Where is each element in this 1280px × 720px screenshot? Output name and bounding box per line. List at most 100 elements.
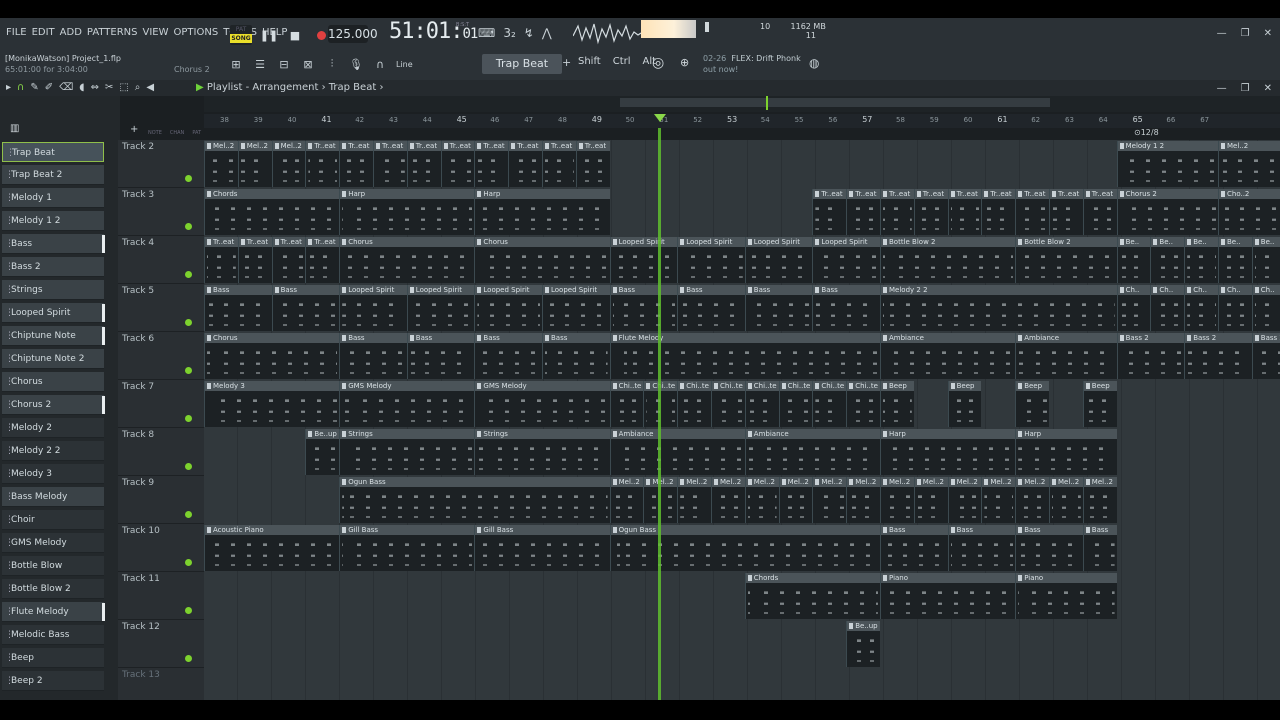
pattern-clip[interactable]: Be.. xyxy=(1218,237,1252,283)
song-overview[interactable] xyxy=(204,96,1280,112)
pattern-clip[interactable]: Tr..eat xyxy=(339,141,373,187)
pattern-clip[interactable]: Tr..eat xyxy=(474,141,509,187)
track-mute-led[interactable] xyxy=(185,655,192,662)
pattern-clip[interactable]: Bass xyxy=(947,525,1016,571)
minimize-icon[interactable]: — xyxy=(1217,28,1227,39)
track-header[interactable]: Track 9 xyxy=(118,476,204,524)
snap-icon[interactable]: ∩ xyxy=(372,56,388,72)
pattern-clip[interactable]: Mel..2 xyxy=(846,477,880,523)
pattern-clip[interactable]: Chi..te xyxy=(677,381,711,427)
pattern-clip[interactable]: Bass xyxy=(880,525,948,571)
slice-tool-icon[interactable]: ✂ xyxy=(105,82,113,93)
pattern-clip[interactable]: Bass 2 xyxy=(1184,333,1252,379)
pattern-clip[interactable]: Harp xyxy=(474,189,610,235)
track-header[interactable]: Track 5 xyxy=(118,284,204,332)
mic-icon[interactable]: 🎙 xyxy=(348,56,364,72)
snap-mode[interactable]: Line xyxy=(396,60,436,69)
pattern-clip[interactable]: Cho..2 xyxy=(1218,189,1280,235)
arrangement-grid[interactable]: Mel..2 Mel..2 Mel..2 Tr..eat Tr..eat Tr..eat T… xyxy=(204,140,1280,700)
pattern-clip[interactable]: Tr..eat xyxy=(575,141,610,187)
track-header[interactable]: Track 2 xyxy=(118,140,204,188)
pattern-clip[interactable]: Piano xyxy=(1015,573,1117,619)
pattern-item[interactable]: ⋮Strings xyxy=(2,280,104,300)
pattern-clip[interactable]: Strings xyxy=(474,429,610,475)
pattern-item[interactable]: ⋮Bass Melody xyxy=(2,487,104,507)
pattern-clip[interactable]: Chords xyxy=(744,573,880,619)
pattern-clip[interactable]: Chi..te xyxy=(711,381,745,427)
track-header[interactable]: Track 10 xyxy=(118,524,204,572)
pattern-clip[interactable]: Chi..te xyxy=(778,381,813,427)
slip-tool-icon[interactable]: ⇔ xyxy=(91,82,99,93)
playlist-arrow-icon[interactable]: ▶ xyxy=(196,82,204,93)
pattern-clip[interactable]: Looped Spirit xyxy=(744,237,813,283)
pattern-clip[interactable]: Tr..eat xyxy=(542,141,576,187)
pattern-clip[interactable]: Looped Spirit xyxy=(609,237,678,283)
menu-edit[interactable]: EDIT xyxy=(32,27,55,38)
pattern-clip[interactable]: Tr..eat xyxy=(237,237,272,283)
pattern-clip[interactable]: Gill Bass xyxy=(474,525,610,571)
pattern-clip[interactable]: Ambiance xyxy=(744,429,880,475)
pattern-item[interactable]: ⋮Bass xyxy=(2,234,104,254)
pattern-clip[interactable]: Mel..2 xyxy=(913,477,948,523)
pattern-clip[interactable]: Strings xyxy=(339,429,475,475)
countdown-icon[interactable]: 3₂ xyxy=(503,26,515,40)
pattern-clip[interactable]: Bass xyxy=(474,333,542,379)
pattern-clip[interactable]: Tr..eat xyxy=(406,141,441,187)
pattern-clip[interactable]: Chorus xyxy=(339,237,475,283)
ctrl-key[interactable]: Ctrl xyxy=(613,56,631,67)
pattern-clip[interactable]: Bottle Blow 2 xyxy=(1015,237,1117,283)
add-pattern-icon[interactable]: + xyxy=(562,56,571,69)
track-header[interactable]: Track 12 xyxy=(118,620,204,668)
pattern-clip[interactable]: Tr..eat xyxy=(373,141,407,187)
pattern-clip[interactable]: Bass xyxy=(1015,525,1083,571)
pattern-clip[interactable]: Acoustic Piano xyxy=(204,525,340,571)
restore-icon[interactable]: ❐ xyxy=(1241,28,1250,39)
pattern-clip[interactable]: Mel..2 xyxy=(711,477,745,523)
pattern-clip[interactable]: Bass xyxy=(406,333,475,379)
pattern-clip[interactable]: Tr..eat xyxy=(981,189,1016,235)
pattern-clip[interactable]: Tr..eat xyxy=(1015,189,1049,235)
pattern-clip[interactable]: Looped Spirit xyxy=(542,285,610,331)
pattern-clip[interactable]: Tr..eat xyxy=(204,237,238,283)
track-mute-led[interactable] xyxy=(185,607,192,614)
pattern-clip[interactable]: Bass xyxy=(677,285,745,331)
track-mute-led[interactable] xyxy=(185,223,192,230)
pattern-clip[interactable]: Beep xyxy=(1082,381,1117,427)
pattern-item[interactable]: ⋮Bottle Blow xyxy=(2,556,104,576)
news-panel[interactable]: 02-26 FLEX: Drift Phonk out now! xyxy=(703,53,801,75)
pattern-clip[interactable]: Chords xyxy=(204,189,340,235)
menu-patterns[interactable]: PATTERNS xyxy=(87,27,138,38)
pattern-clip[interactable]: Ambiance xyxy=(1015,333,1117,379)
pat-song-toggle[interactable]: PAT SONG xyxy=(230,25,252,45)
pattern-clip[interactable]: Chi..te xyxy=(846,381,880,427)
pattern-item[interactable]: ⋮Melody 3 xyxy=(2,464,104,484)
pattern-clip[interactable]: Tr..eat xyxy=(1049,189,1083,235)
playlist-minimize-icon[interactable]: — xyxy=(1217,83,1227,94)
pattern-clip[interactable]: Ch.. xyxy=(1251,285,1280,331)
pattern-clip[interactable]: Beep xyxy=(1015,381,1049,427)
piano-roll-icon[interactable]: ⊟ xyxy=(276,56,292,72)
pattern-item[interactable]: ⋮Chorus xyxy=(2,372,104,392)
playlist-icon[interactable]: ☰ xyxy=(252,56,268,72)
pattern-clip[interactable]: Mel..2 xyxy=(880,477,914,523)
pattern-clip[interactable]: Bass xyxy=(204,285,272,331)
pattern-clip[interactable]: Mel..2 xyxy=(1015,477,1049,523)
pattern-clip[interactable]: Tr..eat xyxy=(440,141,475,187)
pattern-clip[interactable]: Piano xyxy=(880,573,1016,619)
add-track-icon[interactable]: + xyxy=(130,124,138,135)
track-header[interactable]: Track 8 xyxy=(118,428,204,476)
track-header[interactable]: Track 11 xyxy=(118,572,204,620)
pattern-clip[interactable]: Looped Spirit xyxy=(677,237,745,283)
draw-tool-icon[interactable]: ✎ xyxy=(30,82,38,93)
track-mute-led[interactable] xyxy=(185,175,192,182)
paint-tool-icon[interactable]: ✐ xyxy=(45,82,53,93)
timeline-ruler[interactable]: 38 39 40 41 42 43 44 45 46 47 48 49 50 51 52 53 54 55 56 57… xyxy=(204,114,1280,128)
pattern-clip[interactable]: Chorus xyxy=(474,237,610,283)
track-header[interactable]: Track 6 xyxy=(118,332,204,380)
playlist-restore-icon[interactable]: ❐ xyxy=(1241,83,1250,94)
pattern-clip[interactable]: Chi..te xyxy=(812,381,847,427)
pattern-selector[interactable]: Trap Beat xyxy=(482,54,562,74)
pattern-clip[interactable]: Looped Spirit xyxy=(339,285,407,331)
close-icon[interactable]: ✕ xyxy=(1264,28,1272,39)
shift-key[interactable]: Shift xyxy=(578,56,601,67)
